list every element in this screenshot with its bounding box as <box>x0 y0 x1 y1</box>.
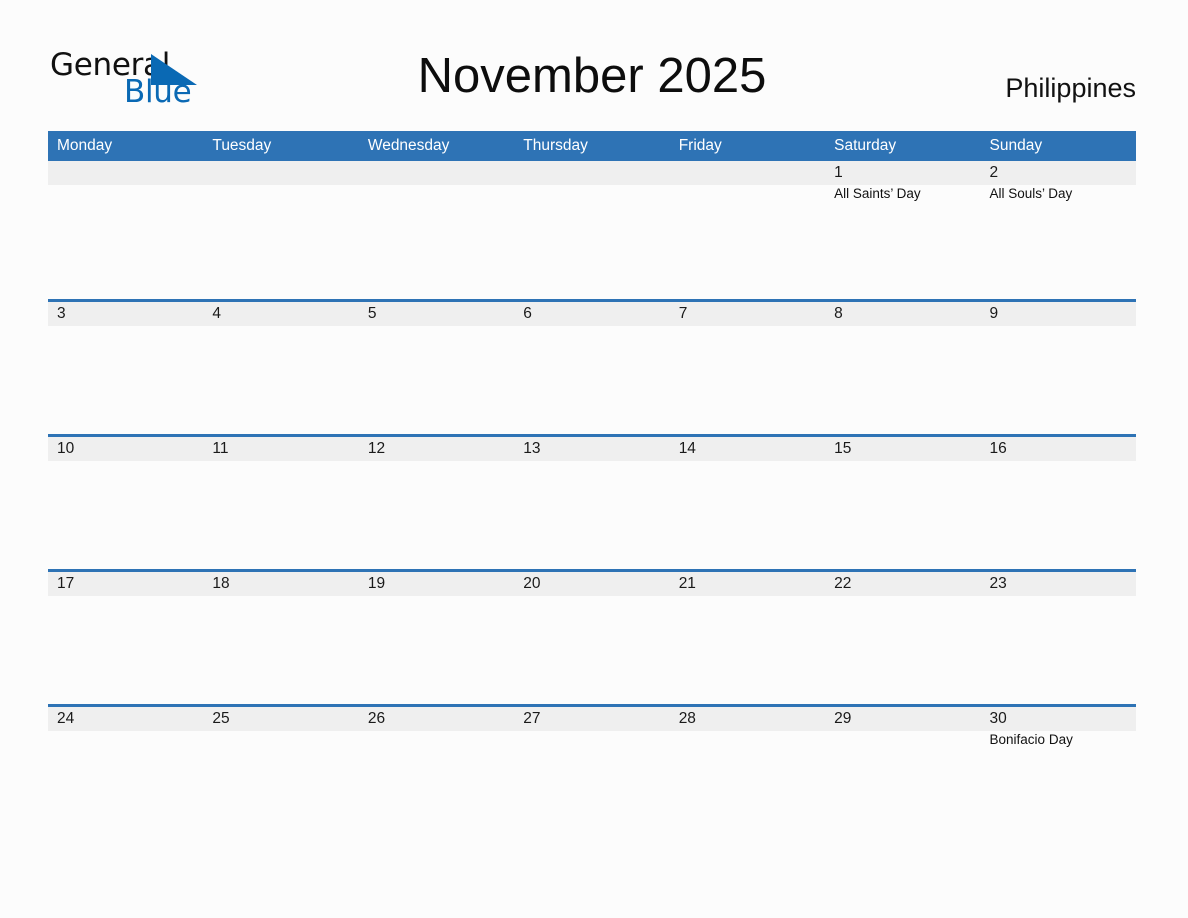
day-cell[interactable] <box>203 161 358 299</box>
day-number: 15 <box>834 440 852 457</box>
day-cell[interactable]: 1 All Saints’ Day <box>825 161 980 299</box>
day-cell[interactable]: 7 <box>670 302 825 434</box>
day-cell[interactable]: 24 <box>48 707 203 839</box>
day-cell[interactable]: 12 <box>359 437 514 569</box>
day-cell[interactable]: 28 <box>670 707 825 839</box>
day-number: 8 <box>834 305 843 322</box>
day-event: All Saints’ Day <box>834 186 921 201</box>
day-cell[interactable]: 13 <box>514 437 669 569</box>
day-cell[interactable]: 9 <box>981 302 1136 434</box>
day-number: 6 <box>523 305 532 322</box>
day-cell[interactable]: 3 <box>48 302 203 434</box>
day-cell[interactable]: 14 <box>670 437 825 569</box>
day-cell[interactable]: 21 <box>670 572 825 704</box>
day-cell[interactable]: 26 <box>359 707 514 839</box>
day-number: 2 <box>989 164 999 181</box>
day-event: Bonifacio Day <box>989 732 1073 747</box>
day-cell[interactable]: 27 <box>514 707 669 839</box>
day-cell[interactable]: 20 <box>514 572 669 704</box>
day-cell[interactable]: 29 <box>825 707 980 839</box>
day-cell[interactable]: 6 <box>514 302 669 434</box>
day-number: 25 <box>212 710 230 727</box>
week-row: 24 25 26 27 28 29 30 Bonifacio Day <box>48 704 1136 839</box>
day-number: 16 <box>989 440 1007 457</box>
day-number: 28 <box>678 710 696 727</box>
day-number: 14 <box>678 440 696 457</box>
day-number: 29 <box>834 710 852 727</box>
day-number: 13 <box>523 440 541 457</box>
day-number: 3 <box>57 305 66 322</box>
day-number: 22 <box>834 575 852 592</box>
page-header: General Blue November 2025 Philippines <box>48 40 1136 120</box>
page-title: November 2025 <box>417 49 767 103</box>
country-label: Philippines <box>1005 73 1136 103</box>
day-cell[interactable]: 22 <box>825 572 980 704</box>
day-cell[interactable]: 25 <box>203 707 358 839</box>
weekday-saturday: Saturday <box>834 137 897 154</box>
day-number: 11 <box>212 440 229 457</box>
day-cell[interactable] <box>514 161 669 299</box>
day-number: 18 <box>212 575 230 592</box>
day-cell[interactable]: 18 <box>203 572 358 704</box>
day-number: 30 <box>989 710 1007 727</box>
day-cell[interactable] <box>359 161 514 299</box>
day-number: 9 <box>989 305 999 322</box>
day-number: 12 <box>367 440 386 457</box>
weekday-thursday: Thursday <box>523 137 588 154</box>
day-cell[interactable]: 19 <box>359 572 514 704</box>
day-event: All Souls’ Day <box>989 186 1073 201</box>
week-row: 17 18 19 20 21 22 23 <box>48 569 1136 704</box>
day-number: 4 <box>212 305 222 322</box>
weekday-header-row: Monday Tuesday Wednesday Thursday Friday… <box>48 131 1136 161</box>
week-row: 10 11 12 13 14 15 16 <box>48 434 1136 569</box>
calendar-page: General Blue November 2025 Philippines M… <box>0 0 1188 918</box>
day-cell[interactable]: 15 <box>825 437 980 569</box>
weekday-friday: Friday <box>678 137 722 154</box>
day-number: 1 <box>834 164 843 181</box>
day-number: 27 <box>523 710 541 727</box>
weekday-sunday: Sunday <box>989 137 1043 154</box>
day-cell[interactable]: 2 All Souls’ Day <box>981 161 1136 299</box>
weekday-wednesday: Wednesday <box>367 137 450 154</box>
day-cell[interactable]: 4 <box>203 302 358 434</box>
day-number: 17 <box>57 575 75 592</box>
calendar-grid: Monday Tuesday Wednesday Thursday Friday… <box>48 131 1136 839</box>
day-cell[interactable]: 10 <box>48 437 203 569</box>
day-number: 10 <box>57 440 75 457</box>
day-cell[interactable]: 8 <box>825 302 980 434</box>
day-cell[interactable] <box>48 161 203 299</box>
day-number: 20 <box>523 575 541 592</box>
weekday-monday: Monday <box>57 137 113 154</box>
day-cell[interactable]: 23 <box>981 572 1136 704</box>
day-cell[interactable]: 16 <box>981 437 1136 569</box>
day-cell[interactable] <box>670 161 825 299</box>
week-row: 1 All Saints’ Day 2 All Souls’ Day <box>48 161 1136 299</box>
day-number: 5 <box>367 305 377 322</box>
day-cell[interactable]: 30 Bonifacio Day <box>981 707 1136 839</box>
weekday-tuesday: Tuesday <box>212 137 272 154</box>
day-number: 23 <box>989 575 1007 592</box>
day-cell[interactable]: 5 <box>359 302 514 434</box>
day-number: 19 <box>367 575 386 592</box>
week-row: 3 4 5 6 7 8 9 <box>48 299 1136 434</box>
day-number: 24 <box>57 710 75 727</box>
day-cell[interactable]: 11 <box>203 437 358 569</box>
day-number: 26 <box>367 710 386 727</box>
day-number: 21 <box>678 575 696 592</box>
day-number: 7 <box>678 305 688 322</box>
day-cell[interactable]: 17 <box>48 572 203 704</box>
